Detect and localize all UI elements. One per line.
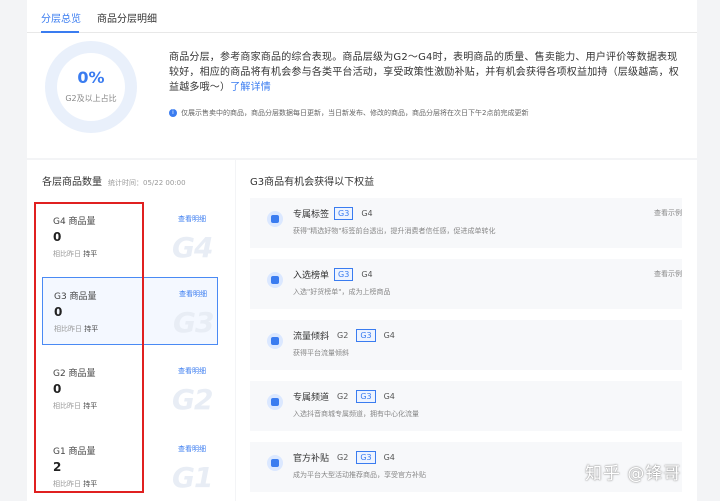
tier-tag: G3	[356, 451, 376, 464]
tier-label: G4 商品量	[53, 217, 96, 227]
benefit-title: 专属频道 G2 G3 G4	[293, 390, 398, 403]
tier-description: 商品分层，参考商家商品的综合表现。商品层级为G2～G4时，表明商品的质量、售卖能…	[169, 50, 685, 95]
tier-section-title: 各层商品数量 统计时间：05/22 00:00	[42, 173, 186, 188]
tier-compare: 相比昨日 持平	[53, 402, 98, 410]
benefit-card: 专属标签 G3 G4 获得"精选好物"标签前台透出，提升消费者信任感，促进成单转…	[250, 198, 682, 248]
tier-card-g1[interactable]: G1 G1 商品量 2 相比昨日 持平 查看明细	[42, 433, 218, 501]
tier-tag: G3	[334, 207, 354, 220]
tier-card-g4[interactable]: G4 G4 商品量 0 相比昨日 持平 查看明细	[42, 203, 218, 271]
view-example-link[interactable]: 查看示例	[654, 269, 682, 279]
tier-card-g2[interactable]: G2 G2 商品量 0 相比昨日 持平 查看明细	[42, 355, 218, 423]
tier-section-title-text: 各层商品数量	[42, 177, 102, 188]
tier-tag: G3	[356, 390, 376, 403]
note-text: 仅展示售卖中的商品，商品分层数据每日更新，当日新发布、修改的商品，商品分层将在次…	[181, 109, 529, 117]
g2-mark: G2	[172, 383, 213, 416]
stat-time: 统计时间：05/22 00:00	[108, 179, 186, 187]
benefit-desc: 成为平台大型活动推荐商品，享受官方补贴	[293, 471, 426, 479]
tier-value: 0	[53, 230, 62, 244]
tag-icon	[267, 211, 283, 227]
ratio-value: 0%	[77, 68, 105, 87]
benefit-desc: 入选"好货榜单"，成为上榜商品	[293, 288, 391, 296]
update-note: i 仅展示售卖中的商品，商品分层数据每日更新，当日新发布、修改的商品，商品分层将…	[169, 108, 528, 118]
channel-icon	[267, 394, 283, 410]
tab-bar: 分层总览 商品分层明细	[27, 0, 697, 33]
tier-tag: G4	[383, 392, 395, 401]
tier-count-panel: 各层商品数量 统计时间：05/22 00:00 G4 G4 商品量 0 相比昨日 …	[27, 160, 235, 501]
benefit-desc: 获得"精选好物"标签前台透出，提升消费者信任感，促进成单转化	[293, 227, 496, 235]
tier-tag: G3	[334, 268, 354, 281]
benefit-title: 专属标签 G3 G4	[293, 207, 376, 220]
tier-card-g3[interactable]: G3 G3 商品量 0 相比昨日 持平 查看明细	[42, 277, 218, 345]
view-detail-link[interactable]: 查看明细	[179, 289, 207, 299]
benefit-card: 专属频道 G2 G3 G4 入选抖音商城专属频道，拥有中心化流量	[250, 381, 682, 431]
overview-card: 分层总览 商品分层明细 0% G2及以上占比 商品分层，参考商家商品的综合表现。…	[27, 0, 697, 158]
ratio-donut: 0% G2及以上占比	[45, 41, 137, 133]
benefit-card: 流量倾斜 G2 G3 G4 获得平台流量倾斜	[250, 320, 682, 370]
tier-label: G2 商品量	[53, 369, 96, 379]
benefit-panel: G3商品有机会获得以下权益 专属标签 G3 G4 获得"精选好物"标签前台透出，…	[236, 160, 697, 501]
view-detail-link[interactable]: 查看明细	[178, 214, 206, 224]
tier-tag: G4	[361, 209, 373, 218]
tier-tag: G2	[337, 453, 349, 462]
tier-compare: 相比昨日 持平	[53, 480, 98, 488]
tier-compare: 相比昨日 持平	[54, 325, 99, 333]
ratio-label: G2及以上占比	[65, 94, 117, 103]
tier-label: G1 商品量	[53, 447, 96, 457]
benefit-desc: 获得平台流量倾斜	[293, 349, 349, 357]
benefit-title: 官方补贴 G2 G3 G4	[293, 451, 398, 464]
benefit-card: 入选榜单 G3 G4 入选"好货榜单"，成为上榜商品 查看示例	[250, 259, 682, 309]
tab-detail[interactable]: 商品分层明细	[97, 10, 157, 25]
tier-tag: G3	[356, 329, 376, 342]
tier-label: G3 商品量	[54, 292, 97, 302]
view-detail-link[interactable]: 查看明细	[178, 444, 206, 454]
benefit-section-title: G3商品有机会获得以下权益	[250, 177, 375, 188]
learn-more-link[interactable]: 了解详情	[230, 82, 271, 93]
benefit-title: 流量倾斜 G2 G3 G4	[293, 329, 398, 342]
active-tab-indicator	[41, 31, 79, 33]
benefit-desc: 入选抖音商城专属频道，拥有中心化流量	[293, 410, 419, 418]
tier-tag: G4	[383, 331, 395, 340]
view-example-link[interactable]: 查看示例	[654, 208, 682, 218]
subsidy-icon	[267, 455, 283, 471]
g1-mark: G1	[172, 461, 213, 494]
tier-compare: 相比昨日 持平	[53, 250, 98, 258]
g4-mark: G4	[172, 231, 213, 264]
donut-center: 0% G2及以上占比	[57, 53, 125, 121]
view-detail-link[interactable]: 查看明细	[178, 366, 206, 376]
traffic-icon	[267, 333, 283, 349]
tier-tag: G2	[337, 392, 349, 401]
info-icon: i	[169, 109, 177, 117]
tier-tag: G4	[361, 270, 373, 279]
tier-value: 0	[53, 382, 62, 396]
g3-mark: G3	[173, 306, 214, 339]
zhihu-watermark: 知乎 @锋哥	[585, 464, 682, 484]
list-icon	[267, 272, 283, 288]
tier-tag: G2	[337, 331, 349, 340]
tier-value: 0	[54, 305, 63, 319]
benefit-title: 入选榜单 G3 G4	[293, 268, 376, 281]
tab-overview[interactable]: 分层总览	[41, 10, 81, 25]
tier-value: 2	[53, 460, 62, 474]
tier-tag: G4	[383, 453, 395, 462]
